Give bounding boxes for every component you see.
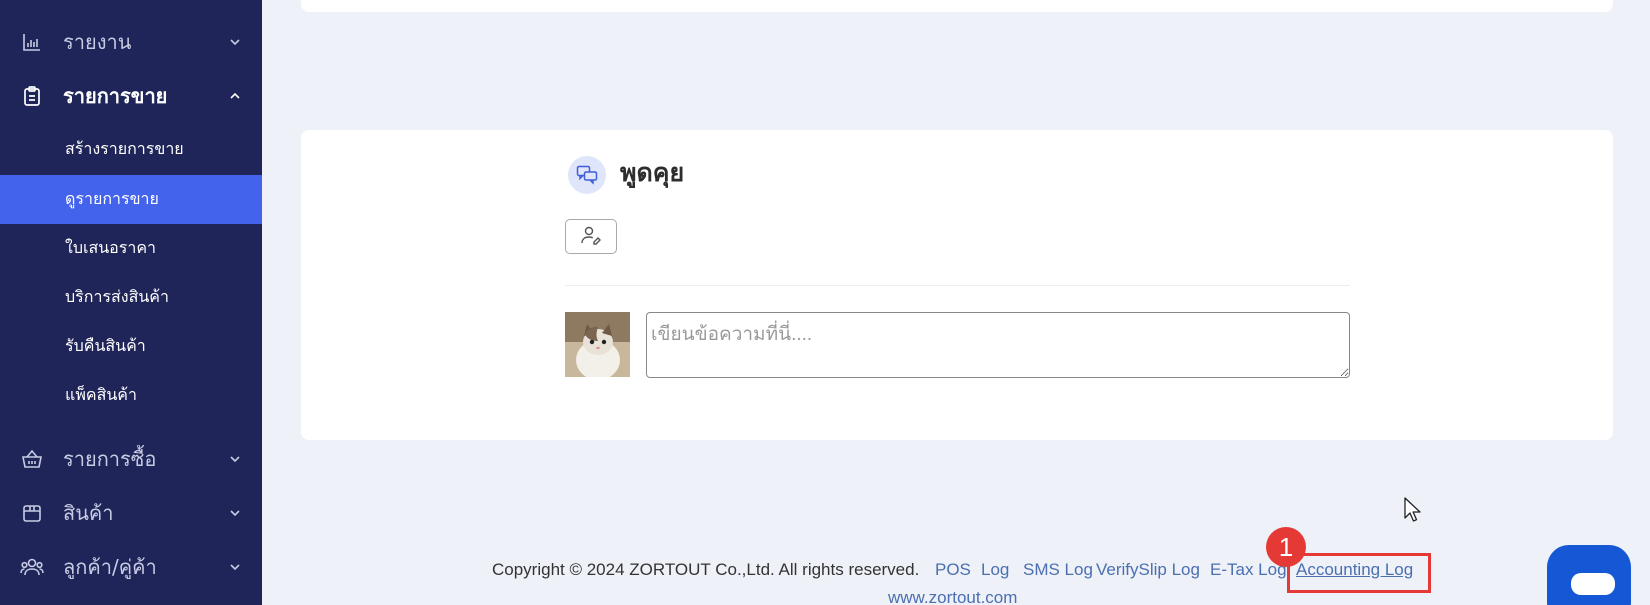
sidebar-item-label: สินค้า — [63, 501, 114, 525]
sidebar-subitem-shipping[interactable]: บริการส่งสินค้า — [0, 273, 262, 322]
avatar — [565, 312, 630, 377]
chevron-up-icon — [228, 89, 242, 103]
sidebar-subitem-label: ดูรายการขาย — [65, 189, 159, 208]
sidebar-subitem-quotation[interactable]: ใบเสนอราคา — [0, 224, 262, 273]
clipboard-icon — [20, 84, 44, 108]
chat-launcher-button[interactable] — [1547, 545, 1631, 605]
chevron-down-icon — [228, 452, 242, 466]
footer-link-log[interactable]: Log — [981, 560, 1009, 580]
sidebar-subitem-create-sale[interactable]: สร้างรายการขาย — [0, 125, 262, 174]
sidebar-subitem-label: บริการส่งสินค้า — [65, 287, 169, 306]
mention-user-button[interactable] — [565, 219, 617, 254]
chat-title: พูดคุย — [620, 158, 685, 187]
basket-icon — [20, 447, 44, 471]
sidebar-subitem-packing[interactable]: แพ็คสินค้า — [0, 371, 262, 420]
footer-link-verifyslip-log[interactable]: VerifySlip Log — [1096, 560, 1200, 580]
chevron-down-icon — [228, 560, 242, 574]
highlight-box — [1287, 553, 1431, 593]
sidebar-subitem-label: สร้างรายการขาย — [65, 139, 184, 158]
chat-bubble-icon — [1571, 573, 1615, 595]
sidebar-subitem-label: รับคืนสินค้า — [65, 336, 146, 355]
sidebar-item-contacts[interactable]: ลูกค้า/คู่ค้า — [0, 542, 262, 592]
box-icon — [20, 501, 44, 525]
footer-link-sms-log[interactable]: SMS Log — [1023, 560, 1093, 580]
chat-message-input[interactable] — [646, 312, 1350, 378]
sidebar: รายงาน รายการขาย สร้างรายการขาย ดูรายการ… — [0, 0, 262, 605]
sidebar-subitem-returns[interactable]: รับคืนสินค้า — [0, 322, 262, 371]
step-number-badge: 1 — [1266, 527, 1306, 567]
chevron-down-icon — [228, 506, 242, 520]
mouse-cursor-icon — [1403, 497, 1423, 523]
sidebar-item-sales[interactable]: รายการขาย — [0, 71, 262, 121]
sidebar-subitem-label: แพ็คสินค้า — [65, 385, 137, 404]
users-icon — [20, 555, 44, 579]
sidebar-item-purchase[interactable]: รายการซื้อ — [0, 434, 262, 484]
footer-site-link[interactable]: www.zortout.com — [888, 588, 1017, 605]
sidebar-item-report[interactable]: รายงาน — [0, 17, 262, 67]
sidebar-item-products[interactable]: สินค้า — [0, 488, 262, 538]
user-edit-icon — [580, 225, 602, 249]
sidebar-subitem-label: ใบเสนอราคา — [65, 238, 157, 257]
footer-copyright: Copyright © 2024 ZORTOUT Co.,Ltd. All ri… — [492, 560, 920, 579]
chevron-down-icon — [228, 35, 242, 49]
sidebar-subitem-view-sales[interactable]: ดูรายการขาย — [0, 175, 262, 224]
bar-chart-icon — [20, 30, 44, 54]
sidebar-item-label: รายงาน — [63, 30, 132, 54]
chat-bubbles-icon — [568, 156, 606, 194]
sidebar-item-label: รายการขาย — [63, 84, 168, 108]
previous-card — [301, 0, 1613, 12]
sidebar-item-label: รายการซื้อ — [63, 447, 157, 471]
divider — [565, 285, 1350, 286]
sidebar-item-label: ลูกค้า/คู่ค้า — [63, 555, 157, 579]
footer-link-pos[interactable]: POS — [935, 560, 971, 580]
